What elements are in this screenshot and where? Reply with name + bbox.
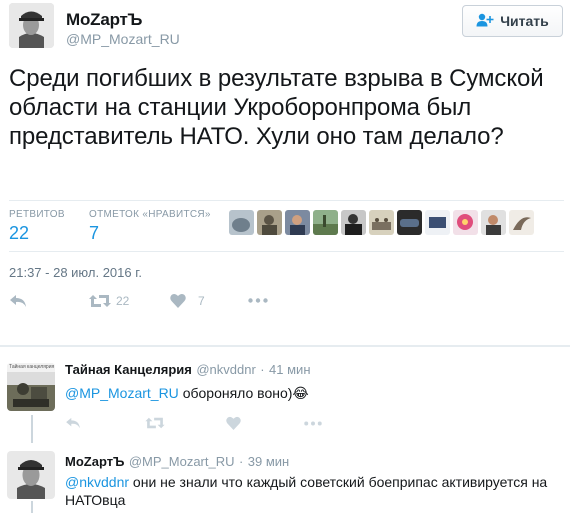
retweets-value: 22 xyxy=(9,223,30,243)
stats-bottom-divider xyxy=(9,251,564,252)
likers-avatars xyxy=(229,210,534,235)
author-avatar[interactable] xyxy=(9,3,54,48)
more-dots-icon xyxy=(304,421,322,426)
reply-1-dot: · xyxy=(260,362,265,377)
reply-1-like-action[interactable] xyxy=(226,416,241,430)
liker-avatar[interactable] xyxy=(341,210,366,235)
retweet-icon xyxy=(89,293,111,309)
liker-avatar[interactable] xyxy=(369,210,394,235)
like-action[interactable]: 7 xyxy=(170,293,205,308)
follow-button[interactable]: Читать xyxy=(462,5,563,37)
reply-1-header: Тайная Канцелярия @nkvddnr · 41 мин xyxy=(65,361,311,379)
more-action[interactable] xyxy=(248,298,268,303)
reply-2-mention[interactable]: @nkvddnr xyxy=(65,474,129,490)
reply-2-avatar[interactable] xyxy=(7,451,55,499)
more-dots-icon xyxy=(248,298,268,303)
stats-top-divider xyxy=(9,200,564,201)
reply-2-header: MoZартЪ @MP_Mozart_RU · 39 мин xyxy=(65,453,289,471)
thread-divider xyxy=(0,345,570,347)
reply-2-time[interactable]: 39 мин xyxy=(248,454,289,469)
reply-1-mention[interactable]: @MP_Mozart_RU xyxy=(65,385,179,401)
retweet-action[interactable]: 22 xyxy=(89,293,129,309)
follow-user-icon xyxy=(476,13,494,30)
likes-stat[interactable]: ОТМЕТОК «НРАВИТСЯ» 7 xyxy=(89,209,211,244)
reply-1-author-name[interactable]: Тайная Канцелярия xyxy=(65,362,192,377)
follow-button-label: Читать xyxy=(500,13,549,29)
reply-2-author-handle[interactable]: @MP_Mozart_RU xyxy=(129,454,235,469)
reply-1-author-handle[interactable]: @nkvddnr xyxy=(196,362,255,377)
liker-avatar[interactable] xyxy=(313,210,338,235)
liker-avatar[interactable] xyxy=(509,210,534,235)
liker-avatar[interactable] xyxy=(397,210,422,235)
author-name[interactable]: MoZартЪ xyxy=(66,10,142,30)
author-handle[interactable]: @MP_Mozart_RU xyxy=(66,31,180,47)
heart-icon xyxy=(226,416,241,430)
reply-1-avatar[interactable]: Тайная канцелярия xyxy=(7,363,55,411)
liker-avatar[interactable] xyxy=(453,210,478,235)
reply-2-body: они не знали что каждый советский боепри… xyxy=(65,474,548,508)
reply-1-body: обороняло воно) xyxy=(182,385,293,401)
reply-1-retweet-action[interactable] xyxy=(145,416,165,430)
tweet-text: Среди погибших в результате взрыва в Сум… xyxy=(9,65,544,150)
tweet-timestamp[interactable]: 21:37 - 28 июл. 2016 г. xyxy=(9,265,142,280)
liker-avatar[interactable] xyxy=(425,210,450,235)
heart-icon xyxy=(170,293,186,308)
reply-action[interactable] xyxy=(9,294,27,308)
liker-avatar[interactable] xyxy=(257,210,282,235)
liker-avatar[interactable] xyxy=(229,210,254,235)
reply-1-text: @MP_Mozart_RU обороняло воно)😂 xyxy=(65,384,555,402)
thread-connector-line xyxy=(31,415,33,443)
retweets-stat[interactable]: РЕТВИТОВ 22 xyxy=(9,209,65,244)
reply-1-more-action[interactable] xyxy=(304,421,322,426)
likes-value: 7 xyxy=(89,223,100,243)
like-count: 7 xyxy=(198,293,205,308)
reply-1-avatar-caption: Тайная канцелярия xyxy=(9,364,55,370)
liker-avatar[interactable] xyxy=(285,210,310,235)
reply-icon xyxy=(9,294,27,308)
retweet-icon xyxy=(145,416,165,430)
retweets-label: РЕТВИТОВ xyxy=(9,209,65,220)
reply-2-dot: · xyxy=(238,454,244,469)
thread-connector-line xyxy=(31,501,33,513)
reply-icon xyxy=(65,417,81,429)
reply-1-emoji: 😂 xyxy=(292,385,309,401)
likes-label: ОТМЕТОК «НРАВИТСЯ» xyxy=(89,209,211,220)
reply-1-reply-action[interactable] xyxy=(65,417,81,429)
reply-2-text: @nkvddnr они не знали что каждый советск… xyxy=(65,473,555,509)
retweet-count: 22 xyxy=(116,294,130,308)
reply-1-time[interactable]: 41 мин xyxy=(269,362,310,377)
liker-avatar[interactable] xyxy=(481,210,506,235)
reply-2-author-name[interactable]: MoZартЪ xyxy=(65,454,124,469)
